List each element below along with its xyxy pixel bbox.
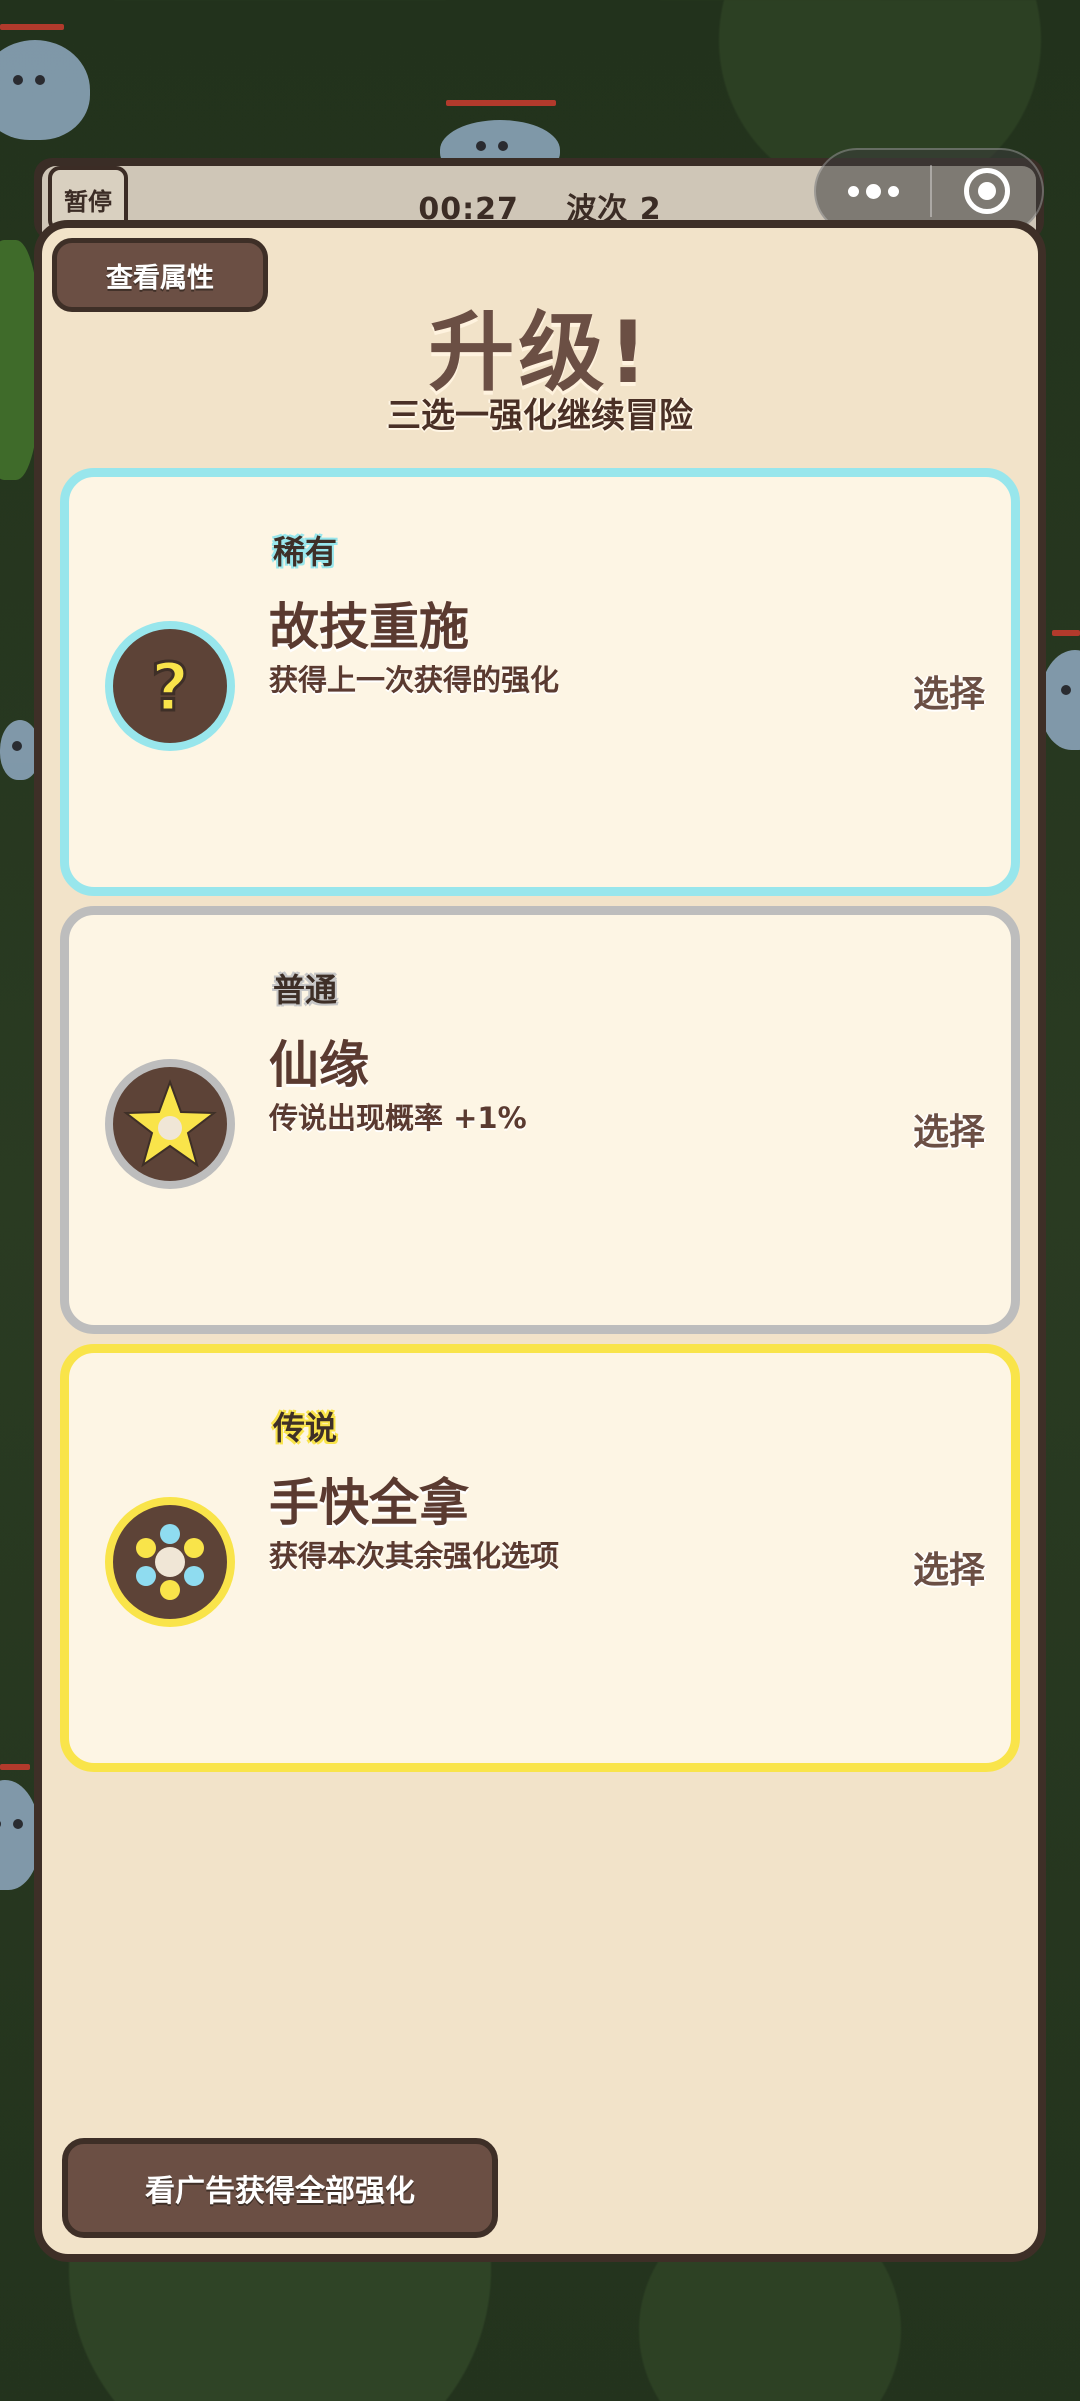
choose-button[interactable]: 选择 xyxy=(913,1541,985,1593)
slime-enemy xyxy=(1040,650,1080,750)
page-subtitle: 三选一强化继续冒险 xyxy=(387,396,693,436)
upgrade-description: 获得上一次获得的强化 xyxy=(269,663,560,697)
enemy-health-bar xyxy=(0,1764,30,1770)
question-mark-icon: ? xyxy=(105,621,235,751)
upgrade-description: 传说出现概率 +1% xyxy=(269,1101,527,1135)
upgrade-card-rare[interactable]: ? 稀有 故技重施 获得上一次获得的强化 选择 xyxy=(60,468,1020,896)
rarity-label: 普通 xyxy=(273,971,338,1009)
upgrade-card-legendary[interactable]: 传说 手快全拿 获得本次其余强化选项 选择 xyxy=(60,1344,1020,1772)
star-icon xyxy=(105,1059,235,1189)
upgrade-name: 仙缘 xyxy=(269,1036,369,1094)
flower-dots-icon xyxy=(105,1497,235,1627)
enemy-health-bar xyxy=(0,24,64,30)
upgrade-name: 手快全拿 xyxy=(269,1474,469,1532)
enemy-health-bar xyxy=(1052,630,1080,636)
rarity-label: 稀有 xyxy=(273,533,338,571)
rarity-label: 传说 xyxy=(273,1409,338,1447)
enemy-health-bar xyxy=(446,100,556,106)
upgrade-name: 故技重施 xyxy=(269,598,469,656)
slime-enemy xyxy=(0,40,90,140)
watch-ad-button[interactable]: 看广告获得全部强化 xyxy=(62,2138,498,2238)
upgrade-card-normal[interactable]: 普通 仙缘 传说出现概率 +1% 选择 xyxy=(60,906,1020,1334)
choose-button[interactable]: 选择 xyxy=(913,665,985,717)
upgrade-description: 获得本次其余强化选项 xyxy=(269,1539,560,1573)
choose-button[interactable]: 选择 xyxy=(913,1103,985,1155)
svg-text:?: ? xyxy=(151,649,189,726)
